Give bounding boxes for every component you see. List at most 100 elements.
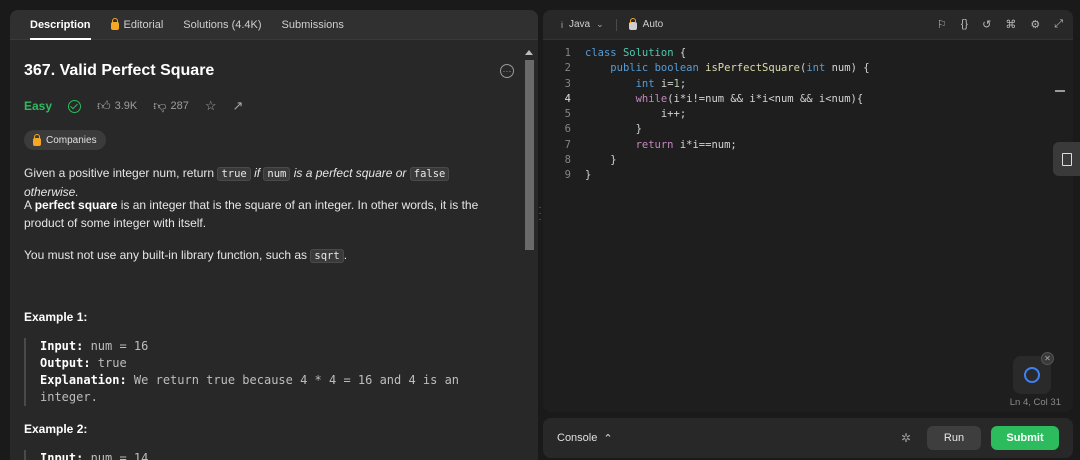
chevron-up-icon: ⌃ [603,432,613,445]
language-selector[interactable]: i Java ⌄ [561,19,604,30]
line-number: 7 [564,138,571,151]
console-label: Console [557,432,598,444]
tab-description[interactable]: Description [20,10,101,40]
example-explanation: Explanation: We return true because 4 * … [40,372,504,406]
code-line: 9} [543,168,1073,183]
line-number: 9 [564,169,571,182]
inline-code: sqrt [310,249,344,263]
tab-label: Solutions (4.4K) [183,18,262,31]
cursor-position-status: Ln 4, Col 31 [1009,397,1061,408]
expand-icon[interactable]: ⤢ [1054,18,1063,31]
close-icon[interactable]: ✕ [1041,352,1054,365]
difficulty-badge: Easy [24,99,53,113]
gear-icon[interactable]: ⚙ [1030,18,1040,31]
chevron-down-icon: ⌄ [596,19,604,29]
like-count: 3.9K [114,100,138,112]
text: You must not use any built-in library fu… [24,248,311,262]
document-icon [1061,152,1072,166]
tab-solutions[interactable]: Solutions (4.4K) [173,10,271,40]
mode-selector[interactable]: Auto [628,18,663,30]
text: A [24,198,35,212]
problem-scrollbar[interactable] [524,50,534,460]
problem-tabs: Description Editorial Solutions (4.4K) S… [10,10,538,40]
title-row: 367. Valid Perfect Square ··· [24,62,514,80]
scroll-up-arrow-icon[interactable] [525,50,533,55]
problem-meta: Easy 👍︎ 3.9K 👎︎ 287 ☆ ↗ [24,98,243,114]
problem-panel: Description Editorial Solutions (4.4K) S… [10,10,538,460]
example-output: Output: true [40,355,504,372]
example-2-block: Input: num = 14 [24,450,504,460]
value: num = 14 [83,451,149,460]
debug-bug-icon[interactable]: ✲ [901,431,911,445]
inline-code: false [409,167,450,181]
label: Input: [40,451,84,460]
code-line: 3 int i=1; [543,77,1073,92]
dislike-button[interactable]: 👎︎ 287 [153,98,189,114]
tab-editorial[interactable]: Editorial [101,10,174,40]
code-editor-panel: i Java ⌄ Auto ⚐ {} ↺ ⌘ ⚙ ⤢ 1 class Solution… [543,10,1073,412]
code-area[interactable]: 1 class Solution { 2 public boolean isPer… [543,46,1073,184]
dislike-count: 287 [170,100,189,112]
star-icon[interactable]: ☆ [205,98,217,114]
value: num = 16 [83,339,149,353]
app-root: Description Editorial Solutions (4.4K) S… [0,0,1080,460]
info-icon: i [561,19,563,30]
more-options-icon[interactable]: ··· [500,64,514,78]
companies-tag[interactable]: Companies [24,130,106,150]
share-icon[interactable]: ↗ [232,98,243,114]
like-button[interactable]: 👍︎ 3.9K [97,98,137,114]
lock-icon [110,18,119,30]
text: Given a positive integer num, return [24,166,218,180]
bookmark-icon[interactable]: ⚐ [937,18,947,31]
code-line: 4 while(i*i!=num && i*i<num && i<num){ [543,92,1073,107]
tab-label: Submissions [281,18,344,31]
line-number: 4 [564,92,571,105]
problem-content: 367. Valid Perfect Square ··· Easy 👍︎ 3.9… [24,40,524,460]
label: Input: [40,339,84,353]
inline-code: num [263,167,291,181]
panel-resize-handle[interactable]: · · · [538,203,542,225]
code-line: 7 return i*i==num; [543,138,1073,153]
inline-code: true [217,167,251,181]
example-1-title: Example 1: [24,310,88,324]
thumbs-up-icon: 👍︎ [97,98,111,113]
lock-icon [628,18,637,30]
companies-label: Companies [46,134,97,146]
example-2-title: Example 2: [24,422,88,436]
bold-term: perfect square [34,198,118,212]
divider [615,18,617,31]
line-number: 5 [564,108,571,121]
submit-button[interactable]: Submit [991,426,1059,450]
console-toggle[interactable]: Console ⌃ [557,432,613,445]
code-line: 1 class Solution { [543,46,1073,61]
line-number: 1 [564,47,571,59]
reset-icon[interactable]: ↺ [982,18,991,31]
code-line: 2 public boolean isPerfectSquare(int num… [543,61,1073,76]
language-label: Java [569,19,591,30]
command-icon[interactable]: ⌘ [1005,18,1016,31]
editor-toolbar: i Java ⌄ Auto ⚐ {} ↺ ⌘ ⚙ ⤢ [543,10,1073,40]
code-line: 5 i++; [543,107,1073,122]
chat-icon [1024,367,1040,383]
tab-submissions[interactable]: Submissions [272,10,354,40]
lock-icon [33,133,41,146]
value: true [90,356,127,370]
scroll-thumb[interactable] [525,60,534,250]
console-bar: Console ⌃ ✲ Run Submit [543,418,1073,458]
description-paragraph-2: A perfect square is an integer that is t… [24,196,504,232]
example-input: Input: num = 16 [40,338,504,355]
solved-check-icon [68,99,82,113]
thumbs-down-icon: 👎︎ [153,98,167,113]
line-number: 3 [564,77,571,90]
braces-icon[interactable]: {} [961,18,968,31]
notes-side-tab[interactable] [1053,142,1080,176]
code-line: 8 } [543,153,1073,168]
text: . [343,248,348,262]
example-input: Input: num = 14 [40,450,504,460]
code-line: 6 } [543,122,1073,137]
minimap-cursor-marker [1055,90,1065,92]
text: is a perfect square or [290,166,410,180]
page-title: 367. Valid Perfect Square [24,62,215,79]
line-number: 6 [564,123,571,136]
run-button[interactable]: Run [927,426,981,450]
